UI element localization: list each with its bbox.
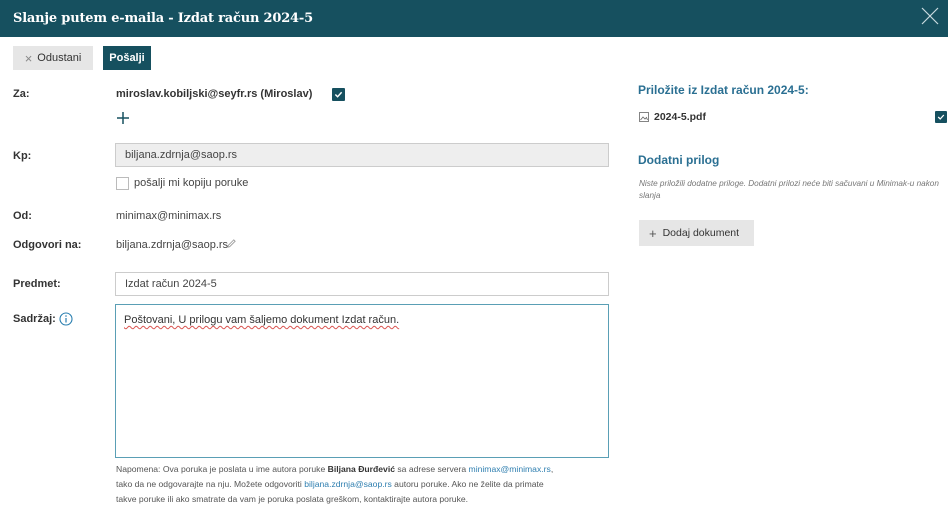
note-text: sa adrese servera	[394, 464, 469, 474]
reply-to-label: Odgovori na:	[13, 239, 82, 251]
reply-to-value: biljana.zdrnja@saop.rs	[116, 239, 229, 251]
attachment-item: 2024-5.pdf	[639, 111, 706, 123]
cc-field-value: biljana.zdrnja@saop.rs	[125, 149, 238, 161]
send-copy-label: pošalji mi kopiju poruke	[134, 177, 249, 189]
note-text: takve poruke ili ako smatrate da vam je …	[116, 494, 469, 504]
note-text: Napomena: Ova poruka je poslata u ime au…	[116, 464, 328, 474]
to-recipient-checkbox[interactable]	[332, 88, 345, 101]
cc-label: Kp:	[13, 150, 32, 162]
add-recipient-icon[interactable]	[116, 111, 130, 125]
send-button-label: Pošalji	[109, 52, 145, 64]
note-text: ,	[550, 464, 554, 474]
subject-input-value: Izdat račun 2024-5	[125, 278, 217, 290]
plus-icon: +	[649, 225, 657, 241]
info-icon[interactable]	[59, 312, 73, 326]
close-icon[interactable]	[918, 4, 942, 28]
note-text: tako da ne odgovarajte na nju. Možete od…	[116, 479, 305, 489]
dialog-title: Slanje putem e-maila - Izdat račun 2024-…	[13, 11, 313, 26]
dialog-titlebar: Slanje putem e-maila - Izdat račun 2024-…	[0, 0, 948, 37]
extra-attachment-hint: Niste priložili dodatne priloge. Dodatni…	[639, 179, 939, 200]
attachments-title: Priložite iz Izdat račun 2024-5:	[638, 83, 809, 97]
content-label: Sadržaj:	[13, 313, 56, 325]
from-value: minimax@minimax.rs	[116, 210, 222, 222]
note-reply-link[interactable]: biljana.zdrnja@saop.rs	[304, 479, 392, 489]
cancel-button-label: Odustani	[37, 52, 82, 64]
attachment-checkbox[interactable]	[935, 111, 947, 123]
extra-attachment-title: Dodatni prilog	[638, 153, 720, 167]
content-text: Poštovani, U prilogu vam šaljemo dokumen…	[124, 314, 400, 326]
subject-label: Predmet:	[13, 278, 61, 290]
cc-field[interactable]: biljana.zdrnja@saop.rs	[115, 143, 609, 167]
send-copy-checkbox[interactable]	[116, 177, 129, 190]
note-text: autoru poruke. Ako ne želite da primate	[391, 479, 544, 489]
note-author: Biljana Đurđević	[327, 464, 395, 474]
note-server-link[interactable]: minimax@minimax.rs	[469, 464, 551, 474]
check-icon	[334, 91, 343, 98]
edit-pencil-icon[interactable]	[226, 238, 237, 249]
send-button[interactable]: Pošalji	[103, 46, 151, 70]
content-textarea[interactable]: Poštovani, U prilogu vam šaljemo dokumen…	[115, 304, 609, 458]
image-file-icon	[639, 112, 649, 122]
close-icon: ×	[24, 50, 33, 66]
subject-input[interactable]: Izdat račun 2024-5	[115, 272, 609, 296]
add-document-button[interactable]: + Dodaj dokument	[639, 220, 754, 246]
to-label: Za:	[13, 88, 30, 100]
cancel-button[interactable]: × Odustani	[13, 46, 93, 70]
from-label: Od:	[13, 210, 32, 222]
check-icon	[937, 114, 945, 120]
to-recipient: miroslav.kobiljski@seyfr.rs (Miroslav)	[116, 88, 313, 100]
sender-note: Napomena: Ova poruka je poslata u ime au…	[116, 462, 616, 506]
add-document-label: Dodaj dokument	[662, 227, 740, 239]
attachment-file-name[interactable]: 2024-5.pdf	[654, 111, 706, 123]
